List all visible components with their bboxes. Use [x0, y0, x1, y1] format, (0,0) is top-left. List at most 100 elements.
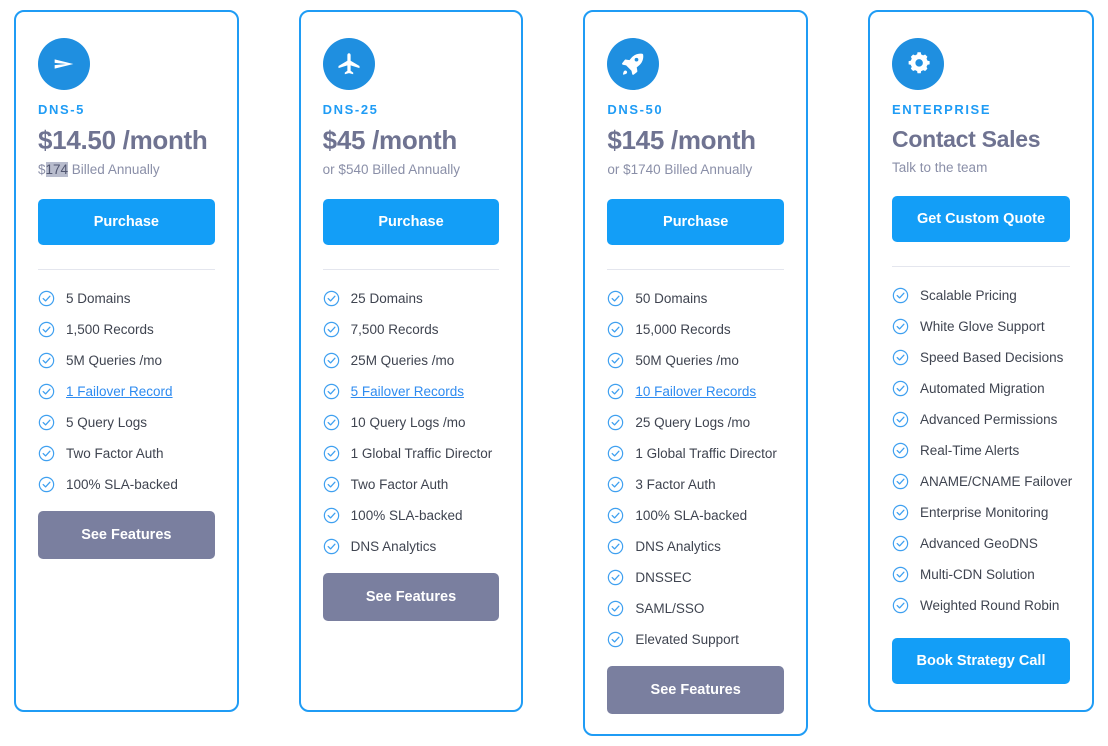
feature-label: 5M Queries /mo: [66, 352, 163, 368]
feature-label: 5 Query Logs: [66, 414, 148, 430]
feature-list: 25 Domains 7,500 Records 25M Queries /mo…: [323, 290, 500, 555]
check-circle-icon: [323, 383, 340, 400]
feature-label: 25 Query Logs /mo: [635, 414, 751, 430]
purchase-button[interactable]: Purchase: [607, 198, 785, 245]
billing-suffix: Billed Annually: [68, 161, 160, 177]
billing-prefix: or $: [607, 161, 631, 177]
check-circle-icon: [38, 383, 55, 400]
feature-label: 7,500 Records: [350, 321, 439, 337]
list-item: Automated Migration: [892, 380, 1070, 397]
feature-list: 50 Domains 15,000 Records 50M Queries /m…: [607, 290, 784, 648]
check-circle-icon: [607, 507, 624, 524]
billing-suffix: Billed Annually: [368, 161, 461, 177]
check-circle-icon: [607, 600, 624, 617]
list-item: DNS Analytics: [323, 538, 500, 555]
list-item: Enterprise Monitoring: [892, 504, 1070, 521]
list-item: Elevated Support: [607, 631, 784, 648]
check-circle-icon: [38, 321, 55, 338]
check-circle-icon: [323, 352, 340, 369]
gears-icon: [892, 38, 945, 90]
check-circle-icon: [892, 411, 909, 428]
card-spacer: [38, 559, 215, 690]
feature-label: Elevated Support: [635, 631, 739, 647]
feature-link-failover[interactable]: 5 Failover Records: [351, 384, 464, 399]
feature-label: ANAME/CNAME Failover: [920, 474, 1073, 490]
billing-amount: 540: [345, 161, 369, 177]
list-item: 1 Failover Record: [38, 383, 215, 400]
card-spacer: [323, 621, 500, 690]
list-item: Scalable Pricing: [892, 287, 1070, 304]
pricing-card-dns-50: DNS-50 $145 /month or $1740 Billed Annua…: [583, 10, 809, 736]
check-circle-icon: [607, 321, 624, 338]
check-circle-icon: [892, 318, 909, 335]
list-item: 25 Domains: [323, 290, 500, 307]
plan-name: ENTERPRISE: [892, 102, 992, 117]
feature-label: 100% SLA-backed: [66, 476, 178, 492]
book-strategy-call-button[interactable]: Book Strategy Call: [892, 638, 1071, 685]
feature-label: 3 Factor Auth: [635, 476, 716, 492]
list-item: 50 Domains: [607, 290, 784, 307]
airplane-icon: [322, 38, 375, 90]
plan-name: DNS-5: [38, 102, 86, 117]
feature-label: Scalable Pricing: [920, 288, 1017, 304]
get-custom-quote-button[interactable]: Get Custom Quote: [892, 196, 1071, 243]
feature-link-failover[interactable]: 10 Failover Records: [635, 384, 756, 399]
feature-label: 1,500 Records: [66, 321, 154, 337]
check-circle-icon: [38, 414, 55, 431]
check-circle-icon: [38, 476, 55, 493]
feature-label: White Glove Support: [920, 319, 1045, 335]
feature-label: DNS Analytics: [350, 538, 437, 554]
check-circle-icon: [892, 566, 909, 583]
see-features-button[interactable]: See Features: [607, 665, 785, 714]
billing-amount-selected: 174: [45, 161, 69, 177]
check-circle-icon: [38, 290, 55, 307]
check-circle-icon: [607, 383, 624, 400]
purchase-button[interactable]: Purchase: [322, 198, 500, 245]
check-circle-icon: [892, 597, 909, 614]
billing-prefix: $: [38, 161, 46, 177]
check-circle-icon: [607, 290, 624, 307]
list-item: 7,500 Records: [323, 321, 500, 338]
check-circle-icon: [607, 569, 624, 586]
divider: [892, 266, 1071, 268]
feature-label: Advanced Permissions: [920, 412, 1058, 428]
billing-amount: 1740: [630, 161, 661, 177]
divider: [607, 268, 785, 270]
list-item: 100% SLA-backed: [323, 507, 500, 524]
plan-name: DNS-25: [322, 102, 379, 117]
feature-label: 100% SLA-backed: [350, 507, 463, 523]
plan-name: DNS-50: [607, 102, 664, 117]
list-item: 5 Query Logs: [38, 414, 215, 431]
list-item: 5 Failover Records: [323, 383, 500, 400]
feature-label: Two Factor Auth: [66, 445, 164, 461]
list-item: 25M Queries /mo: [323, 352, 500, 369]
feature-label: SAML/SSO: [635, 600, 705, 616]
billing-suffix: Billed Annually: [660, 161, 753, 177]
feature-label: 25 Domains: [350, 290, 423, 306]
list-item: Multi-CDN Solution: [892, 566, 1070, 583]
feature-link-failover[interactable]: 1 Failover Record: [66, 384, 173, 399]
check-circle-icon: [38, 445, 55, 462]
see-features-button[interactable]: See Features: [38, 510, 215, 559]
list-item: White Glove Support: [892, 318, 1070, 335]
purchase-button[interactable]: Purchase: [38, 198, 215, 245]
pricing-card-dns-25: DNS-25 $45 /month or $540 Billed Annuall…: [298, 10, 524, 712]
check-circle-icon: [607, 414, 624, 431]
check-circle-icon: [323, 290, 340, 307]
list-item: Two Factor Auth: [38, 445, 215, 462]
rocket-icon: [607, 38, 660, 90]
list-item: ANAME/CNAME Failover: [892, 473, 1073, 490]
list-item: 15,000 Records: [607, 321, 784, 338]
check-circle-icon: [892, 442, 909, 459]
feature-label: Automated Migration: [920, 381, 1045, 397]
pricing-grid: DNS-5 $14.50 /month $174 Billed Annually…: [0, 0, 1108, 746]
contact-sales-title: Contact Sales: [892, 126, 1041, 152]
check-circle-icon: [892, 287, 909, 304]
check-circle-icon: [892, 380, 909, 397]
feature-label: 10 Query Logs /mo: [350, 414, 466, 430]
list-item: 1,500 Records: [38, 321, 215, 338]
see-features-button[interactable]: See Features: [322, 572, 500, 621]
feature-label: 50 Domains: [635, 290, 708, 306]
list-item: 5M Queries /mo: [38, 352, 215, 369]
divider: [322, 268, 500, 270]
